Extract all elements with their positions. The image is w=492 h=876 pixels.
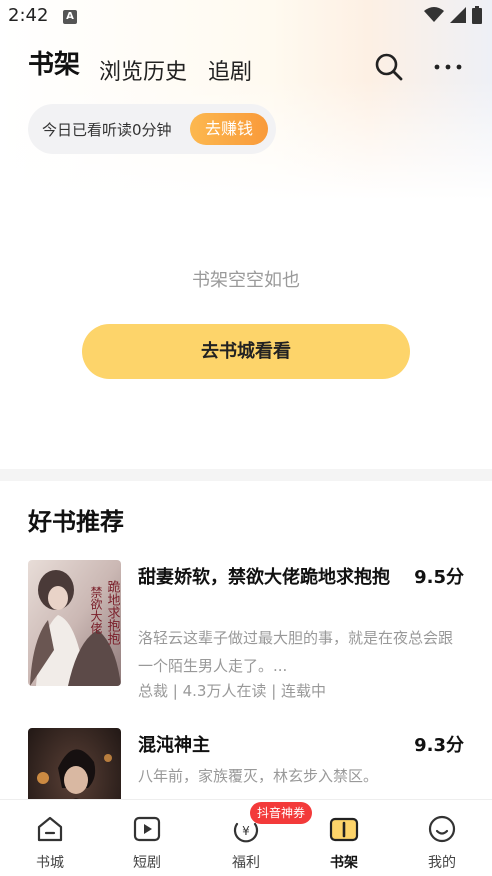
book-score: 9.5分 — [414, 567, 464, 588]
nav-label: 福利 — [232, 855, 260, 871]
nav-item-short-drama[interactable]: 短剧 — [107, 814, 187, 872]
book-description: 八年前，家族覆灭，林玄步入禁区。 — [138, 767, 379, 785]
notification-icon: A — [63, 10, 77, 24]
book-title[interactable]: 甜妻娇软，禁欲大佬跪地求抱抱 — [138, 562, 406, 594]
section-divider — [0, 469, 492, 481]
promo-badge: 抖音神券 — [250, 802, 313, 824]
tab-bookshelf[interactable]: 书架 — [28, 44, 80, 81]
status-bar: 2:42 A — [0, 0, 492, 34]
book-description: 洛轻云这辈子做过最大胆的事，就是在夜总会跟一个陌生男人走了。... — [138, 629, 454, 675]
nav-label: 我的 — [428, 855, 456, 871]
book-title[interactable]: 混沌神主 — [138, 730, 406, 762]
go-to-bookstore-button[interactable]: 去书城看看 — [82, 324, 410, 379]
status-icons — [424, 6, 482, 24]
svg-text:禁欲大佬: 禁欲大佬 — [89, 586, 103, 635]
reading-time-banner: 今日已看听读0分钟 去赚钱 — [28, 104, 276, 154]
profile-icon — [428, 815, 456, 843]
nav-label: 短剧 — [133, 855, 161, 871]
book-score: 9.3分 — [414, 735, 464, 756]
book-meta: 总裁 | 4.3万人在读 | 连载中 — [138, 682, 327, 700]
nav-item-bookshelf[interactable]: 书架 — [304, 814, 384, 872]
recommendations-title: 好书推荐 — [28, 508, 124, 536]
earn-money-button[interactable]: 去赚钱 — [190, 113, 268, 145]
book-cover[interactable]: 跪地求抱抱 禁欲大佬 — [28, 560, 121, 686]
tab-follow-drama[interactable]: 追剧 — [208, 54, 252, 86]
nav-label: 书城 — [36, 855, 64, 871]
cover-title-text: 跪地求抱抱 — [105, 580, 121, 645]
nav-label: 书架 — [330, 855, 358, 871]
nav-item-profile[interactable]: 我的 — [402, 814, 482, 872]
bottom-navigation: 书城 短剧 ¥ 福利 书架 我的 — [0, 799, 492, 876]
more-icon[interactable] — [434, 64, 462, 70]
svg-text:¥: ¥ — [242, 824, 250, 838]
tab-browse-history[interactable]: 浏览历史 — [99, 54, 187, 86]
signal-icon — [450, 7, 466, 23]
home-icon — [37, 816, 63, 842]
play-icon — [133, 816, 161, 842]
bookshelf-icon — [329, 817, 359, 842]
nav-item-bookstore[interactable]: 书城 — [10, 814, 90, 872]
battery-icon — [472, 6, 482, 24]
empty-shelf-message: 书架空空如也 — [192, 270, 300, 291]
top-tab-bar: 书架 浏览历史 追剧 — [0, 46, 492, 88]
wifi-icon — [424, 7, 444, 22]
reading-time-text: 今日已看听读0分钟 — [42, 120, 172, 139]
status-time: 2:42 — [8, 5, 49, 26]
search-icon[interactable] — [374, 52, 404, 82]
